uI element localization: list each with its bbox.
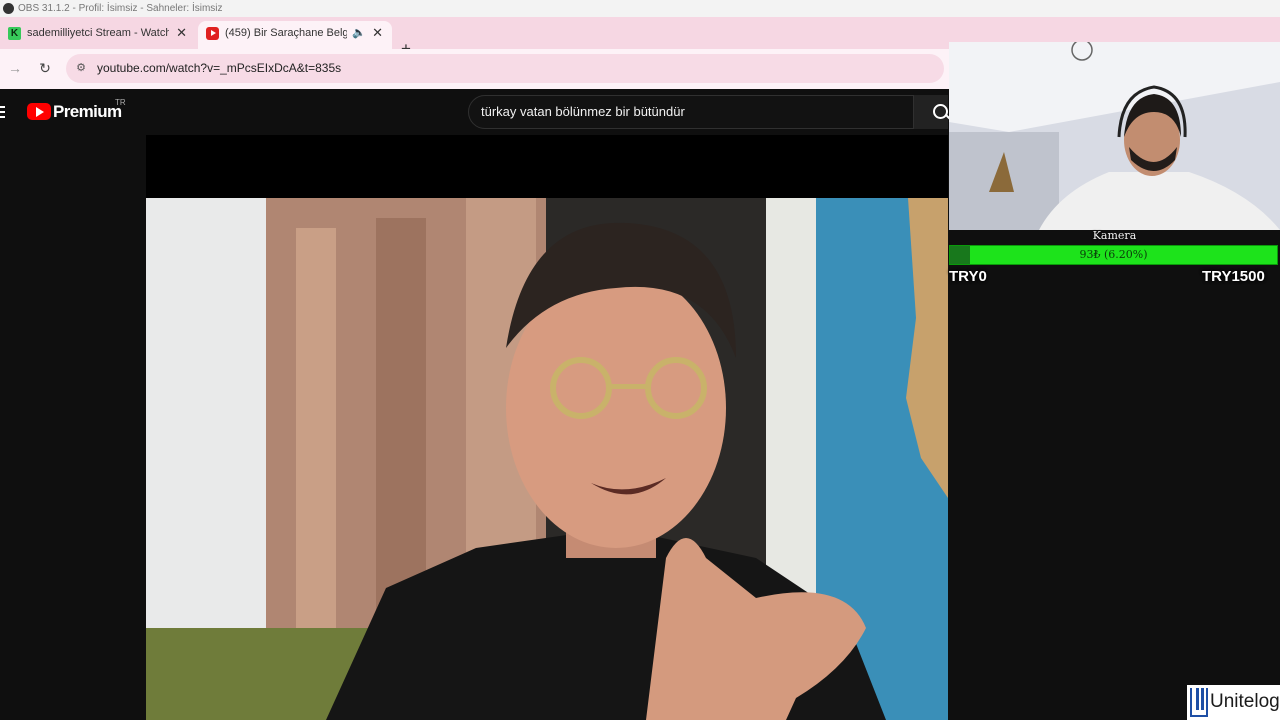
search-button[interactable] (914, 95, 951, 129)
brand-name: Unitelog (1210, 691, 1280, 712)
youtube-logo-icon[interactable] (27, 103, 51, 120)
close-tab-icon[interactable]: ✕ (372, 21, 383, 45)
webcam-overlay (949, 42, 1280, 230)
reload-icon[interactable]: ↻ (34, 57, 56, 79)
tab-youtube-video[interactable]: (459) Bir Saraçhane Belgese 🔈 ✕ (198, 21, 392, 49)
site-info-icon[interactable]: ⚙ (74, 61, 88, 75)
menu-icon[interactable] (0, 106, 5, 118)
tab-title: sademilliyetci Stream - Watch L (27, 27, 169, 39)
webcam-image (949, 42, 1280, 230)
goal-min-label: TRY0 (949, 268, 987, 285)
donation-goal-text: 93₺ (6.20%) (1079, 248, 1148, 261)
speaker-icon[interactable]: 🔈 (352, 21, 366, 45)
kick-icon: K (8, 27, 21, 40)
video-player[interactable] (146, 135, 948, 720)
tab-title: (459) Bir Saraçhane Belgese (225, 27, 347, 39)
country-code: TR (115, 98, 126, 107)
camera-label: Kamera (1092, 229, 1137, 242)
youtube-premium-logo[interactable]: Premium (53, 102, 122, 122)
youtube-sidebar (0, 135, 146, 720)
unitelog-watermark: Unitelog (1187, 685, 1280, 720)
goal-max-label: TRY1500 (1202, 268, 1265, 285)
video-scene-image (146, 198, 948, 720)
obs-logo-icon (3, 3, 14, 14)
youtube-header: Premium TR türkay vatan bölünmez bir büt… (0, 89, 951, 135)
donation-goal-bar: 93₺ (6.20%) (949, 245, 1278, 265)
close-tab-icon[interactable]: ✕ (176, 21, 187, 45)
search-input[interactable]: türkay vatan bölünmez bir bütündür (468, 95, 914, 129)
youtube-icon (206, 27, 219, 40)
url-text: youtube.com/watch?v=_mPcsEIxDcA&t=835s (97, 61, 342, 75)
address-bar[interactable]: ⚙ youtube.com/watch?v=_mPcsEIxDcA&t=835s (66, 54, 944, 83)
obs-titlebar: OBS 31.1.2 - Profil: İsimsiz - Sahneler:… (0, 0, 1280, 17)
forward-icon[interactable]: → (4, 57, 26, 79)
video-frame[interactable] (146, 198, 948, 720)
obs-window-title: OBS 31.1.2 - Profil: İsimsiz - Sahneler:… (18, 3, 223, 14)
tab-kick-stream[interactable]: K sademilliyetci Stream - Watch L ✕ (0, 21, 196, 49)
unitelog-logo-icon (1190, 688, 1208, 717)
search-query: türkay vatan bölünmez bir bütündür (481, 104, 685, 119)
